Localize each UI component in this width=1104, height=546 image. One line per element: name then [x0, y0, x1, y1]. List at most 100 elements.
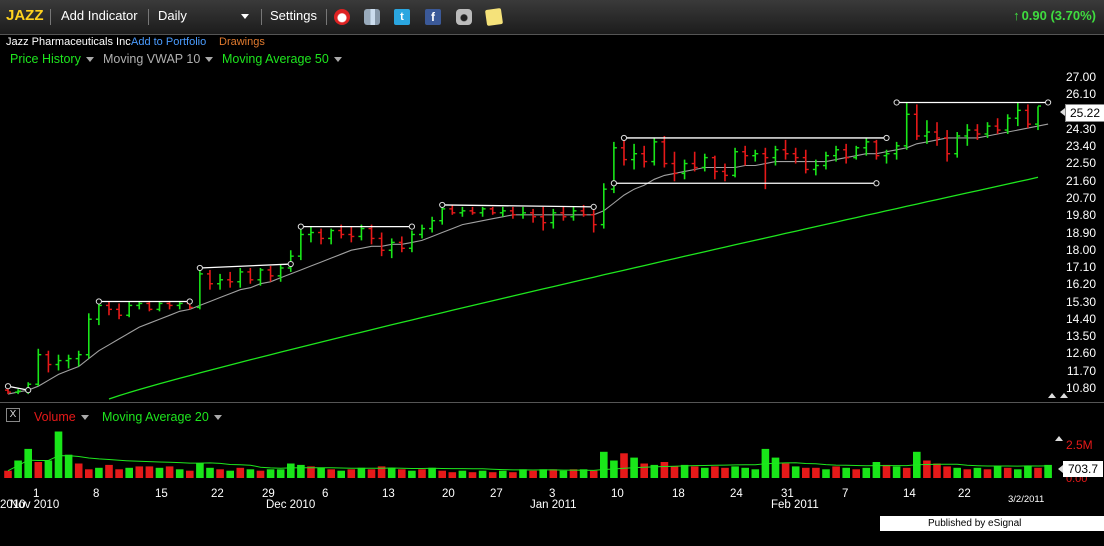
- volume-bar: [882, 464, 891, 478]
- chevron-down-icon[interactable]: [80, 415, 89, 421]
- volume-bar: [963, 469, 972, 478]
- volume-bar: [266, 469, 275, 478]
- price-axis-label: 23.40: [1065, 139, 1096, 154]
- chevron-down-icon[interactable]: [241, 14, 249, 19]
- trendline-handle: [95, 298, 102, 305]
- volume-bar: [216, 469, 224, 478]
- volume-bar: [226, 470, 234, 478]
- volume-bar: [670, 466, 679, 478]
- price-axis-label: 20.70: [1065, 190, 1096, 205]
- price-axis-label: 11.70: [1066, 363, 1096, 378]
- volume-bar: [367, 469, 376, 478]
- trendline-handle: [1044, 99, 1052, 106]
- trendline-handle: [610, 180, 617, 187]
- volume-scale-top: 2.5M: [1066, 438, 1093, 452]
- volume-bar: [842, 467, 850, 478]
- settings-button[interactable]: Settings: [270, 8, 317, 23]
- volume-bar: [902, 467, 911, 478]
- trendline-handle: [196, 264, 203, 272]
- volume-bar: [287, 463, 295, 478]
- panel-divider[interactable]: [0, 402, 1104, 403]
- volume-bar: [620, 453, 628, 478]
- volume-bar: [387, 467, 396, 478]
- volume-bar: [1024, 466, 1032, 478]
- volume-bar: [731, 466, 739, 478]
- chevron-down-icon[interactable]: [205, 57, 214, 63]
- chevron-down-icon[interactable]: [213, 415, 222, 421]
- volume-bar: [408, 470, 416, 478]
- volume-bar: [539, 469, 547, 478]
- add-indicator-button[interactable]: Add Indicator: [61, 8, 138, 23]
- time-axis-label: 6: [322, 488, 329, 500]
- trendline-handle: [25, 387, 32, 394]
- close-panel-button[interactable]: X: [6, 408, 20, 422]
- toolbar-separator: [148, 9, 149, 25]
- price-history-indicator[interactable]: Price History: [10, 52, 94, 66]
- volume-bar: [1003, 467, 1012, 478]
- volume-bar: [44, 460, 53, 478]
- ma50-indicator[interactable]: Moving Average 50: [222, 52, 342, 66]
- volume-bar: [165, 466, 174, 478]
- ma20-indicator[interactable]: Moving Average 20: [102, 410, 222, 424]
- note-icon[interactable]: [484, 7, 504, 27]
- volume-bar: [852, 469, 860, 478]
- price-axis-label: 17.10: [1065, 260, 1096, 275]
- symbol-label[interactable]: JAZZ: [6, 7, 44, 24]
- camera-icon[interactable]: [456, 9, 472, 25]
- alarm-clock-icon[interactable]: [334, 9, 350, 25]
- vwap-indicator[interactable]: Moving VWAP 10: [103, 52, 214, 66]
- price-chart[interactable]: [0, 0, 1104, 531]
- volume-bar: [276, 469, 285, 478]
- trendline-handle: [439, 201, 446, 209]
- arrow-up-icon: ↑: [1013, 8, 1020, 23]
- chevron-down-icon[interactable]: [85, 57, 94, 63]
- twitter-icon[interactable]: t: [394, 9, 410, 25]
- database-icon[interactable]: [364, 9, 380, 25]
- volume-bar: [236, 467, 245, 478]
- last-volume-badge: 703.7: [1063, 461, 1103, 477]
- volume-bar: [913, 451, 921, 478]
- facebook-icon[interactable]: f: [425, 9, 441, 25]
- trendline-handle: [4, 383, 12, 390]
- volume-bar: [186, 470, 194, 478]
- price-axis-label: 12.60: [1065, 346, 1096, 361]
- volume-bar: [196, 463, 204, 478]
- volume-bar: [650, 464, 659, 478]
- volume-bar: [418, 469, 426, 478]
- price-change-value: 0.90 (3.70%): [1021, 8, 1096, 23]
- price-axis-label: 22.50: [1065, 156, 1096, 171]
- esignal-chart-window: JAZZ Add Indicator Daily Settings t f ↑ 0…: [0, 0, 1104, 544]
- chevron-down-icon[interactable]: [333, 57, 342, 63]
- volume-bar: [640, 463, 648, 478]
- volume-bar: [812, 467, 820, 478]
- volume-label: Volume: [34, 410, 76, 424]
- price-axis-label: 19.80: [1065, 208, 1096, 223]
- price-axis-label: 24.30: [1065, 121, 1096, 136]
- volume-bar: [802, 467, 810, 478]
- volume-bar: [761, 448, 770, 478]
- volume-bar: [589, 470, 598, 478]
- volume-bar: [1014, 469, 1022, 478]
- price-axis-label: 18.00: [1065, 242, 1096, 257]
- volume-bar: [610, 460, 618, 478]
- time-axis-label: 18: [672, 488, 685, 500]
- volume-bar: [499, 470, 507, 478]
- volume-ma20-line: [7, 455, 1049, 472]
- volume-bar: [357, 467, 366, 478]
- volume-bar: [559, 470, 568, 478]
- trendline-handle: [620, 134, 628, 142]
- volume-bar: [529, 470, 537, 478]
- trendline-handle: [297, 223, 304, 230]
- volume-bar: [64, 454, 73, 478]
- company-name: Jazz Pharmaceuticals Inc: [6, 36, 131, 48]
- volume-bar: [458, 470, 467, 478]
- time-axis-label: 10: [611, 488, 624, 500]
- volume-indicator[interactable]: Volume: [34, 410, 89, 424]
- add-to-portfolio-link[interactable]: Add to Portfolio: [131, 36, 206, 48]
- drawings-link[interactable]: Drawings: [219, 36, 265, 48]
- volume-bar: [751, 469, 760, 478]
- volume-bar: [923, 460, 931, 478]
- toolbar-separator: [50, 9, 51, 25]
- interval-dropdown[interactable]: Daily: [158, 8, 187, 23]
- volume-bar: [155, 467, 164, 478]
